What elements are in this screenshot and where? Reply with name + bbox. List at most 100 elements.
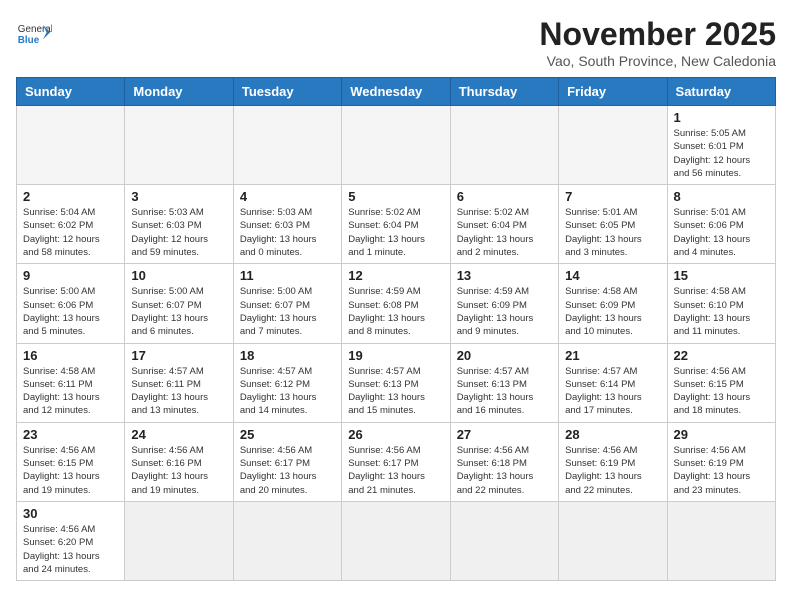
day-info: Sunrise: 5:00 AM Sunset: 6:07 PM Dayligh… — [131, 285, 226, 338]
day-number: 28 — [565, 427, 660, 442]
day-info: Sunrise: 5:02 AM Sunset: 6:04 PM Dayligh… — [457, 206, 552, 259]
day-info: Sunrise: 4:56 AM Sunset: 6:17 PM Dayligh… — [348, 444, 443, 497]
svg-text:Blue: Blue — [18, 35, 40, 46]
calendar-cell — [342, 501, 450, 580]
calendar-cell: 19 Sunrise: 4:57 AM Sunset: 6:13 PM Dayli… — [342, 343, 450, 422]
weekday-header-row: SundayMondayTuesdayWednesdayThursdayFrid… — [17, 78, 776, 106]
calendar-cell — [450, 501, 558, 580]
weekday-header-tuesday: Tuesday — [233, 78, 341, 106]
day-number: 23 — [23, 427, 118, 442]
title-block: November 2025 Vao, South Province, New C… — [539, 16, 776, 69]
day-number: 11 — [240, 268, 335, 283]
week-row-5: 30 Sunrise: 4:56 AM Sunset: 6:20 PM Dayli… — [17, 501, 776, 580]
day-number: 1 — [674, 110, 769, 125]
day-number: 2 — [23, 189, 118, 204]
day-number: 19 — [348, 348, 443, 363]
day-info: Sunrise: 4:56 AM Sunset: 6:15 PM Dayligh… — [674, 365, 769, 418]
day-info: Sunrise: 5:03 AM Sunset: 6:03 PM Dayligh… — [131, 206, 226, 259]
day-info: Sunrise: 4:56 AM Sunset: 6:20 PM Dayligh… — [23, 523, 118, 576]
day-info: Sunrise: 4:57 AM Sunset: 6:13 PM Dayligh… — [457, 365, 552, 418]
calendar-cell: 7 Sunrise: 5:01 AM Sunset: 6:05 PM Daylig… — [559, 185, 667, 264]
day-number: 17 — [131, 348, 226, 363]
calendar-cell — [559, 106, 667, 185]
calendar-cell: 14 Sunrise: 4:58 AM Sunset: 6:09 PM Dayli… — [559, 264, 667, 343]
page-header: General Blue November 2025 Vao, South Pr… — [16, 16, 776, 69]
day-number: 30 — [23, 506, 118, 521]
day-number: 9 — [23, 268, 118, 283]
week-row-0: 1 Sunrise: 5:05 AM Sunset: 6:01 PM Daylig… — [17, 106, 776, 185]
calendar-cell: 23 Sunrise: 4:56 AM Sunset: 6:15 PM Dayli… — [17, 422, 125, 501]
day-number: 14 — [565, 268, 660, 283]
calendar-cell: 9Sunrise: 5:00 AM Sunset: 6:06 PM Daylig… — [17, 264, 125, 343]
day-info: Sunrise: 4:56 AM Sunset: 6:19 PM Dayligh… — [674, 444, 769, 497]
week-row-2: 9Sunrise: 5:00 AM Sunset: 6:06 PM Daylig… — [17, 264, 776, 343]
day-info: Sunrise: 4:57 AM Sunset: 6:14 PM Dayligh… — [565, 365, 660, 418]
day-number: 20 — [457, 348, 552, 363]
calendar-cell: 1 Sunrise: 5:05 AM Sunset: 6:01 PM Daylig… — [667, 106, 775, 185]
calendar-cell: 17 Sunrise: 4:57 AM Sunset: 6:11 PM Dayli… — [125, 343, 233, 422]
calendar-cell — [125, 501, 233, 580]
day-info: Sunrise: 4:59 AM Sunset: 6:09 PM Dayligh… — [457, 285, 552, 338]
logo-icon: General Blue — [16, 16, 52, 52]
day-number: 27 — [457, 427, 552, 442]
calendar-cell: 8 Sunrise: 5:01 AM Sunset: 6:06 PM Daylig… — [667, 185, 775, 264]
calendar-cell: 2Sunrise: 5:04 AM Sunset: 6:02 PM Daylig… — [17, 185, 125, 264]
calendar-cell: 5Sunrise: 5:02 AM Sunset: 6:04 PM Daylig… — [342, 185, 450, 264]
day-info: Sunrise: 5:05 AM Sunset: 6:01 PM Dayligh… — [674, 127, 769, 180]
day-number: 25 — [240, 427, 335, 442]
day-number: 13 — [457, 268, 552, 283]
calendar-cell: 12Sunrise: 4:59 AM Sunset: 6:08 PM Dayli… — [342, 264, 450, 343]
calendar-cell: 25Sunrise: 4:56 AM Sunset: 6:17 PM Dayli… — [233, 422, 341, 501]
day-number: 24 — [131, 427, 226, 442]
day-info: Sunrise: 4:56 AM Sunset: 6:15 PM Dayligh… — [23, 444, 118, 497]
calendar-cell: 4 Sunrise: 5:03 AM Sunset: 6:03 PM Daylig… — [233, 185, 341, 264]
calendar-cell — [125, 106, 233, 185]
week-row-3: 16Sunrise: 4:58 AM Sunset: 6:11 PM Dayli… — [17, 343, 776, 422]
day-info: Sunrise: 5:01 AM Sunset: 6:06 PM Dayligh… — [674, 206, 769, 259]
calendar-cell — [559, 501, 667, 580]
calendar-cell: 26Sunrise: 4:56 AM Sunset: 6:17 PM Dayli… — [342, 422, 450, 501]
week-row-4: 23 Sunrise: 4:56 AM Sunset: 6:15 PM Dayli… — [17, 422, 776, 501]
day-info: Sunrise: 4:59 AM Sunset: 6:08 PM Dayligh… — [348, 285, 443, 338]
calendar-cell — [17, 106, 125, 185]
day-info: Sunrise: 4:58 AM Sunset: 6:11 PM Dayligh… — [23, 365, 118, 418]
calendar-cell: 30 Sunrise: 4:56 AM Sunset: 6:20 PM Dayli… — [17, 501, 125, 580]
week-row-1: 2Sunrise: 5:04 AM Sunset: 6:02 PM Daylig… — [17, 185, 776, 264]
day-info: Sunrise: 5:00 AM Sunset: 6:07 PM Dayligh… — [240, 285, 335, 338]
calendar-cell: 15 Sunrise: 4:58 AM Sunset: 6:10 PM Dayli… — [667, 264, 775, 343]
day-info: Sunrise: 4:56 AM Sunset: 6:18 PM Dayligh… — [457, 444, 552, 497]
day-info: Sunrise: 5:01 AM Sunset: 6:05 PM Dayligh… — [565, 206, 660, 259]
weekday-header-thursday: Thursday — [450, 78, 558, 106]
day-info: Sunrise: 4:57 AM Sunset: 6:11 PM Dayligh… — [131, 365, 226, 418]
day-number: 4 — [240, 189, 335, 204]
calendar-cell: 18Sunrise: 4:57 AM Sunset: 6:12 PM Dayli… — [233, 343, 341, 422]
day-info: Sunrise: 5:03 AM Sunset: 6:03 PM Dayligh… — [240, 206, 335, 259]
calendar-cell: 29 Sunrise: 4:56 AM Sunset: 6:19 PM Dayli… — [667, 422, 775, 501]
day-number: 10 — [131, 268, 226, 283]
day-number: 7 — [565, 189, 660, 204]
calendar-cell: 27 Sunrise: 4:56 AM Sunset: 6:18 PM Dayli… — [450, 422, 558, 501]
day-number: 3 — [131, 189, 226, 204]
weekday-header-saturday: Saturday — [667, 78, 775, 106]
day-info: Sunrise: 4:57 AM Sunset: 6:13 PM Dayligh… — [348, 365, 443, 418]
calendar-cell — [233, 501, 341, 580]
calendar-cell — [667, 501, 775, 580]
calendar-cell: 20 Sunrise: 4:57 AM Sunset: 6:13 PM Dayli… — [450, 343, 558, 422]
day-number: 8 — [674, 189, 769, 204]
day-info: Sunrise: 4:57 AM Sunset: 6:12 PM Dayligh… — [240, 365, 335, 418]
day-info: Sunrise: 5:02 AM Sunset: 6:04 PM Dayligh… — [348, 206, 443, 259]
weekday-header-sunday: Sunday — [17, 78, 125, 106]
month-title: November 2025 — [539, 16, 776, 53]
day-number: 22 — [674, 348, 769, 363]
calendar-cell: 28Sunrise: 4:56 AM Sunset: 6:19 PM Dayli… — [559, 422, 667, 501]
day-info: Sunrise: 4:58 AM Sunset: 6:09 PM Dayligh… — [565, 285, 660, 338]
logo: General Blue — [16, 16, 52, 52]
day-number: 15 — [674, 268, 769, 283]
day-number: 6 — [457, 189, 552, 204]
weekday-header-friday: Friday — [559, 78, 667, 106]
calendar-cell: 13 Sunrise: 4:59 AM Sunset: 6:09 PM Dayli… — [450, 264, 558, 343]
day-info: Sunrise: 4:58 AM Sunset: 6:10 PM Dayligh… — [674, 285, 769, 338]
day-number: 29 — [674, 427, 769, 442]
calendar-cell — [450, 106, 558, 185]
calendar-cell: 11 Sunrise: 5:00 AM Sunset: 6:07 PM Dayli… — [233, 264, 341, 343]
